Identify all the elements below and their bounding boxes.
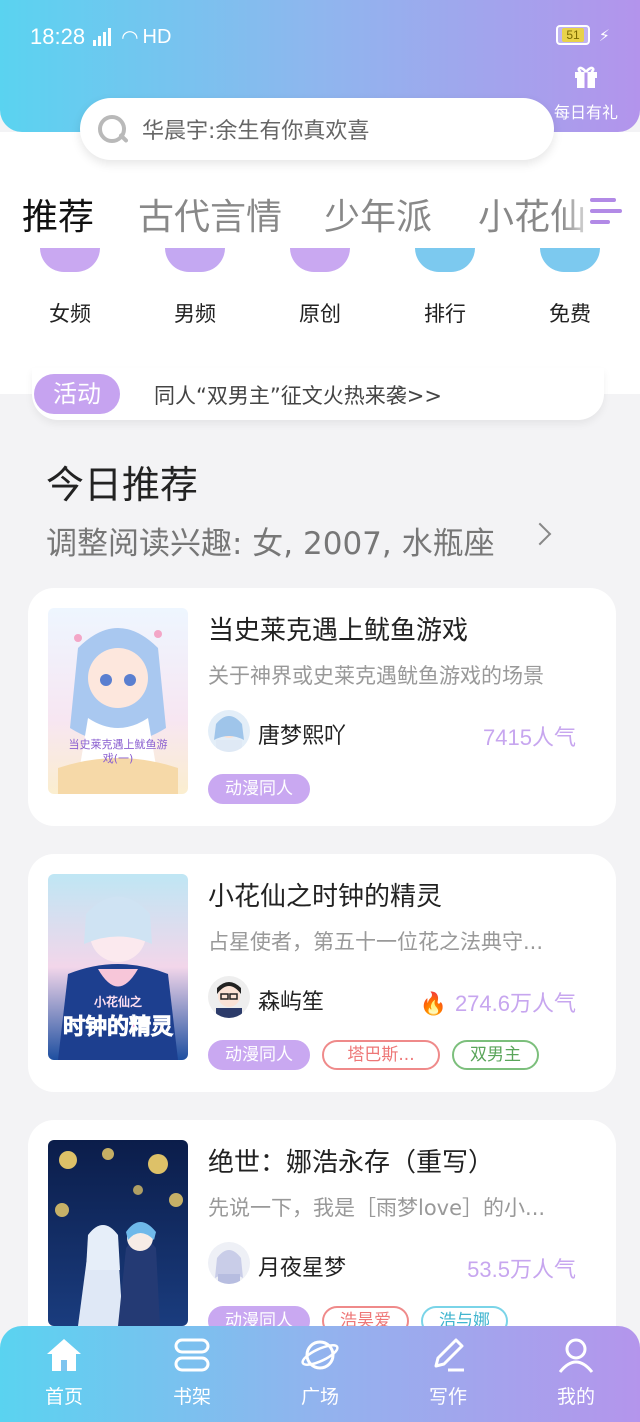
activity-badge: 活动 (34, 374, 120, 414)
battery-icon: 51 (556, 25, 590, 45)
pen-icon (398, 1336, 498, 1374)
book-title: 绝世：娜浩永存（重写） (208, 1148, 495, 1178)
nav-plaza[interactable]: 广场 (270, 1336, 370, 1409)
status-bar: 18:28 ◠ HD 51 ⚡ (30, 22, 616, 52)
search-icon (94, 111, 130, 147)
category-ranking[interactable]: 排行 (395, 248, 495, 328)
search-input[interactable]: 华晨宇:余生有你真欢喜 (142, 113, 369, 145)
daily-gift-button[interactable]: 每日有礼 (546, 62, 626, 123)
section-title: 今日推荐 (46, 463, 199, 507)
chevron-right-icon (528, 522, 552, 546)
charging-icon: ⚡ (598, 26, 610, 45)
tag[interactable]: 塔巴斯... (322, 1040, 440, 1070)
category-male-icon (165, 248, 225, 272)
status-time: 18:28 (30, 24, 86, 49)
tag[interactable]: 双男主 (452, 1040, 539, 1070)
nav-label: 我的 (556, 1386, 595, 1408)
popularity-count: 53.5万人气 (467, 1257, 576, 1282)
network-label: HD (142, 25, 172, 48)
nav-bookshelf[interactable]: 书架 (142, 1336, 242, 1409)
book-title: 当史莱克遇上鱿鱼游戏 (208, 616, 469, 646)
activity-text: 同人“双男主”征文火热来袭>> (154, 384, 442, 408)
cover-text: 时钟的精灵 (63, 1014, 173, 1040)
category-label: 女频 (49, 302, 91, 326)
category-original-icon (290, 248, 350, 272)
tab-menu-icon[interactable] (590, 198, 622, 231)
nav-label: 广场 (300, 1386, 339, 1408)
avatar (208, 976, 250, 1018)
book-card[interactable]: 当史莱克遇上鱿鱼游 戏(一) 当史莱克遇上鱿鱼游戏 关于神界或史莱克遇鱿鱼游戏的… (28, 588, 616, 826)
book-description: 先说一下，我是［雨梦love］的小... (208, 1196, 546, 1220)
home-icon (14, 1336, 114, 1374)
popularity: 🔥 274.6万人气 (420, 986, 576, 1018)
nav-label: 写作 (428, 1386, 467, 1408)
battery-level: 51 (562, 28, 584, 42)
tag-list: 动漫同人 (208, 774, 310, 804)
bookshelf-icon (142, 1336, 242, 1374)
nav-write[interactable]: 写作 (398, 1336, 498, 1409)
tab-youth[interactable]: 少年派 (324, 188, 432, 240)
book-cover (48, 1140, 188, 1326)
cover-text: 小花仙之 (94, 994, 142, 1009)
book-cover: 当史莱克遇上鱿鱼游 戏(一) (48, 608, 188, 794)
wifi-icon: ◠ (121, 25, 139, 49)
category-label: 免费 (549, 302, 591, 326)
tab-ancient-romance[interactable]: 古代言情 (138, 188, 282, 240)
activity-banner[interactable]: 活动 同人“双男主”征文火热来袭>> (32, 368, 604, 420)
gift-icon (546, 62, 626, 97)
category-label: 原创 (299, 302, 341, 326)
book-card[interactable]: 小花仙之 时钟的精灵 小花仙之时钟的精灵 占星使者，第五十一位花之法典守... … (28, 854, 616, 1092)
category-free-icon (540, 248, 600, 272)
category-label: 排行 (424, 302, 466, 326)
nav-profile[interactable]: 我的 (526, 1336, 626, 1409)
book-card[interactable]: 绝世：娜浩永存（重写） 先说一下，我是［雨梦love］的小... 月夜星梦 53… (28, 1120, 616, 1358)
bottom-navigation: 首页 书架 广场 写作 我的 (0, 1326, 640, 1422)
search-bar[interactable]: 华晨宇:余生有你真欢喜 (80, 98, 554, 160)
category-original[interactable]: 原创 (270, 248, 370, 328)
nav-label: 首页 (44, 1386, 83, 1408)
tab-recommend[interactable]: 推荐 (22, 188, 94, 240)
category-free[interactable]: 免费 (520, 248, 620, 328)
signal-icon (93, 28, 112, 46)
category-female[interactable]: 女频 (20, 248, 120, 328)
book-description: 关于神界或史莱克遇鱿鱼游戏的场景 (208, 664, 544, 688)
nav-label: 书架 (172, 1386, 211, 1408)
popularity-count: 7415人气 (483, 725, 576, 750)
gift-label: 每日有礼 (553, 103, 618, 122)
reading-interest-link[interactable]: 调整阅读兴趣: 女, 2007, 水瓶座 (46, 518, 495, 563)
book-description: 占星使者，第五十一位花之法典守... (208, 930, 544, 954)
category-female-icon (40, 248, 100, 272)
author-name: 月夜星梦 (258, 1256, 347, 1281)
author-name: 森屿笙 (258, 990, 325, 1015)
category-male[interactable]: 男频 (145, 248, 245, 328)
planet-icon (270, 1336, 370, 1374)
fire-icon: 🔥 (419, 991, 447, 1016)
category-ranking-icon (415, 248, 475, 272)
tag[interactable]: 动漫同人 (208, 1040, 310, 1070)
cover-text: 当史莱克遇上鱿鱼游 (69, 737, 168, 751)
cover-text: 戏(一) (103, 752, 134, 765)
tag[interactable]: 动漫同人 (208, 774, 310, 804)
category-tabs: 推荐 古代言情 少年派 小花仙 (0, 188, 640, 248)
book-title: 小花仙之时钟的精灵 (208, 882, 443, 912)
nav-home[interactable]: 首页 (14, 1336, 114, 1409)
user-icon (526, 1336, 626, 1374)
author-name: 唐梦熙吖 (258, 724, 347, 749)
tag-list: 动漫同人 塔巴斯... 双男主 (208, 1040, 539, 1070)
category-shortcuts: 女频 男频 原创 排行 免费 (0, 248, 640, 338)
category-label: 男频 (174, 302, 216, 326)
avatar (208, 1242, 250, 1284)
popularity-count: 274.6万人气 (454, 991, 576, 1016)
book-cover: 小花仙之 时钟的精灵 (48, 874, 188, 1060)
avatar (208, 710, 250, 752)
